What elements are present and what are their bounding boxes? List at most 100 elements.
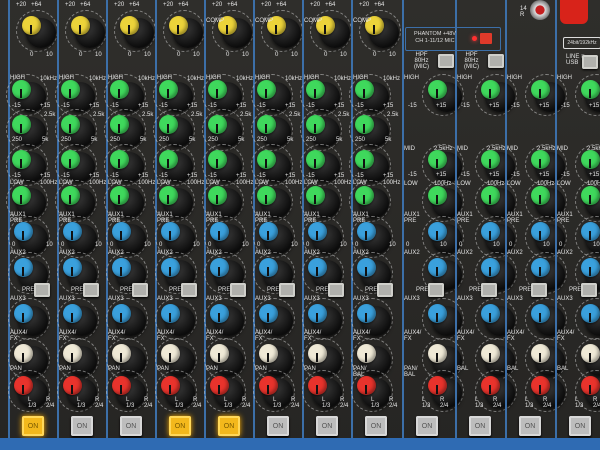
- ch4-pre-button[interactable]: [181, 283, 197, 297]
- ch1-pre-button[interactable]: [34, 283, 50, 297]
- phantom-led-indicator: [472, 36, 477, 41]
- ch4-on-button[interactable]: ON: [169, 416, 191, 436]
- ch10-high-knob-cap: [481, 80, 500, 99]
- ch6-high-min: -15: [257, 103, 266, 109]
- ch9-high-max: +15: [436, 103, 447, 109]
- ch6-pan-left: L 1/3: [273, 397, 282, 409]
- line-usb-button[interactable]: [582, 55, 598, 69]
- bottom-rail: [0, 438, 600, 450]
- ch4-gain-max: 10: [193, 52, 200, 58]
- hpf-button-1[interactable]: [438, 54, 454, 68]
- ch7-mid-max: +15: [334, 173, 345, 179]
- ch9-aux1-label: AUX1 PRE: [404, 212, 420, 224]
- hpf-button-2[interactable]: [488, 54, 504, 68]
- ch4-aux3-knob-cap: [161, 304, 180, 323]
- ch6-low-freq: 100Hz: [285, 180, 303, 186]
- ch1-pre-label: PRE: [22, 287, 35, 293]
- hpf-label-1: HPF 80Hz (MIC): [414, 52, 429, 70]
- ch12-high-max: +15: [589, 103, 600, 109]
- ch9-aux1-knob-cap: [428, 222, 447, 241]
- ch3-pan-right: R 2/4: [144, 397, 153, 409]
- ch3-aux2-knob-cap: [112, 258, 131, 277]
- ch12-aux1-min: 0: [559, 242, 563, 248]
- ch1-low-knob-cap: [12, 186, 31, 205]
- ch8-pre-button[interactable]: [377, 283, 393, 297]
- ch12-low-label: LOW: [557, 181, 571, 187]
- ch6-aux1-max: 10: [291, 242, 298, 248]
- ch10-aux1-min: 0: [459, 242, 463, 248]
- ch5-on-button[interactable]: ON: [218, 416, 240, 436]
- ch10-pre-button[interactable]: [481, 283, 497, 297]
- ch2-on-button[interactable]: ON: [71, 416, 93, 436]
- ch11-pre-button[interactable]: [531, 283, 547, 297]
- ch8-gain-markers: +20 +64: [359, 2, 385, 8]
- ch10-aux2-label: AUX2: [457, 250, 473, 256]
- ch4-low-knob-cap: [159, 186, 178, 205]
- ch10-pan-knob-cap: [481, 376, 500, 395]
- ch11-on-button[interactable]: ON: [519, 416, 541, 436]
- ch4-mid-freq-knob-cap: [159, 115, 178, 134]
- ch8-gain-min: 0: [373, 52, 377, 58]
- ch10-aux1-knob-cap: [481, 222, 500, 241]
- ch7-mid-freq-knob-cap: [306, 115, 325, 134]
- ch5-pan-right: R 2/4: [242, 397, 251, 409]
- ch4-aux2-knob-cap: [161, 258, 180, 277]
- ch3-on-button[interactable]: ON: [120, 416, 142, 436]
- ch9-aux2-knob-cap: [428, 258, 447, 277]
- ch2-mid-freq-knob-cap: [61, 115, 80, 134]
- ch4-low-freq: 100Hz: [187, 180, 205, 186]
- ch1-mid-freq-low: 250: [12, 137, 23, 143]
- ch1-on-button[interactable]: ON: [22, 416, 44, 436]
- ch5-aux1-min: 0: [208, 242, 212, 248]
- rca-jack[interactable]: [530, 0, 550, 20]
- ch10-on-button[interactable]: ON: [469, 416, 491, 436]
- ch12-aux3-knob-cap: [581, 304, 600, 323]
- ch3-gain-min: 0: [128, 52, 132, 58]
- ch6-on-button[interactable]: ON: [267, 416, 289, 436]
- ch4-high-max: +15: [187, 103, 198, 109]
- ch8-on-button[interactable]: ON: [365, 416, 387, 436]
- ch4-aux1-min: 0: [159, 242, 163, 248]
- phantom-power-switch[interactable]: [480, 33, 492, 44]
- ch4-aux1-knob-cap: [161, 222, 180, 241]
- ch5-pre-button[interactable]: [230, 283, 246, 297]
- ch6-comp-label: COMP: [255, 18, 273, 24]
- ch12-on-button[interactable]: ON: [569, 416, 591, 436]
- ch6-mid-max: +15: [285, 173, 296, 179]
- ch1-aux2-knob-cap: [14, 258, 33, 277]
- ch7-on-button[interactable]: ON: [316, 416, 338, 436]
- ch12-low-knob-cap: [581, 186, 600, 205]
- ch3-pre-button[interactable]: [132, 283, 148, 297]
- ch11-aux2-label: AUX2: [507, 250, 523, 256]
- ch9-aux1-max: 10: [440, 242, 447, 248]
- ch8-high-max: +15: [383, 103, 394, 109]
- ch10-aux3-label: AUX3: [457, 296, 473, 302]
- ch12-aux3-label: AUX3: [557, 296, 573, 302]
- ch9-on-button[interactable]: ON: [416, 416, 438, 436]
- ch11-aux1-knob-cap: [531, 222, 550, 241]
- ch2-gain-markers: +20 +64: [65, 2, 91, 8]
- ch12-pan-knob-cap: [581, 376, 600, 395]
- phantom-line1: PHANTOM +48V: [414, 31, 456, 37]
- ch12-pre-button[interactable]: [581, 283, 597, 297]
- phantom-line2: CH 1-11/12 MIC: [415, 38, 455, 44]
- hpf-label-2: HPF 80Hz (MIC): [464, 52, 479, 70]
- ch6-pre-button[interactable]: [279, 283, 295, 297]
- ch6-high-max: +15: [285, 103, 296, 109]
- ch2-gain-min: 0: [79, 52, 83, 58]
- ch4-pan-left: L 1/3: [175, 397, 184, 409]
- ch1-aux3-knob-cap: [14, 304, 33, 323]
- ch7-aux1-max: 10: [340, 242, 347, 248]
- ch3-aux4-fx-knob-cap: [112, 344, 131, 363]
- ch4-pan-right: R 2/4: [193, 397, 202, 409]
- ch2-gain-max: 10: [95, 52, 102, 58]
- ch9-pre-button[interactable]: [428, 283, 444, 297]
- ch2-aux3-knob-cap: [63, 304, 82, 323]
- ch9-mid-knob-cap: [428, 150, 447, 169]
- ch3-gain-max: 10: [144, 52, 151, 58]
- ch7-pre-button[interactable]: [328, 283, 344, 297]
- ch7-aux1-min: 0: [306, 242, 310, 248]
- ch8-low-freq: 100Hz: [383, 180, 401, 186]
- ch2-pre-button[interactable]: [83, 283, 99, 297]
- ch12-pan-label: BAL: [557, 366, 569, 372]
